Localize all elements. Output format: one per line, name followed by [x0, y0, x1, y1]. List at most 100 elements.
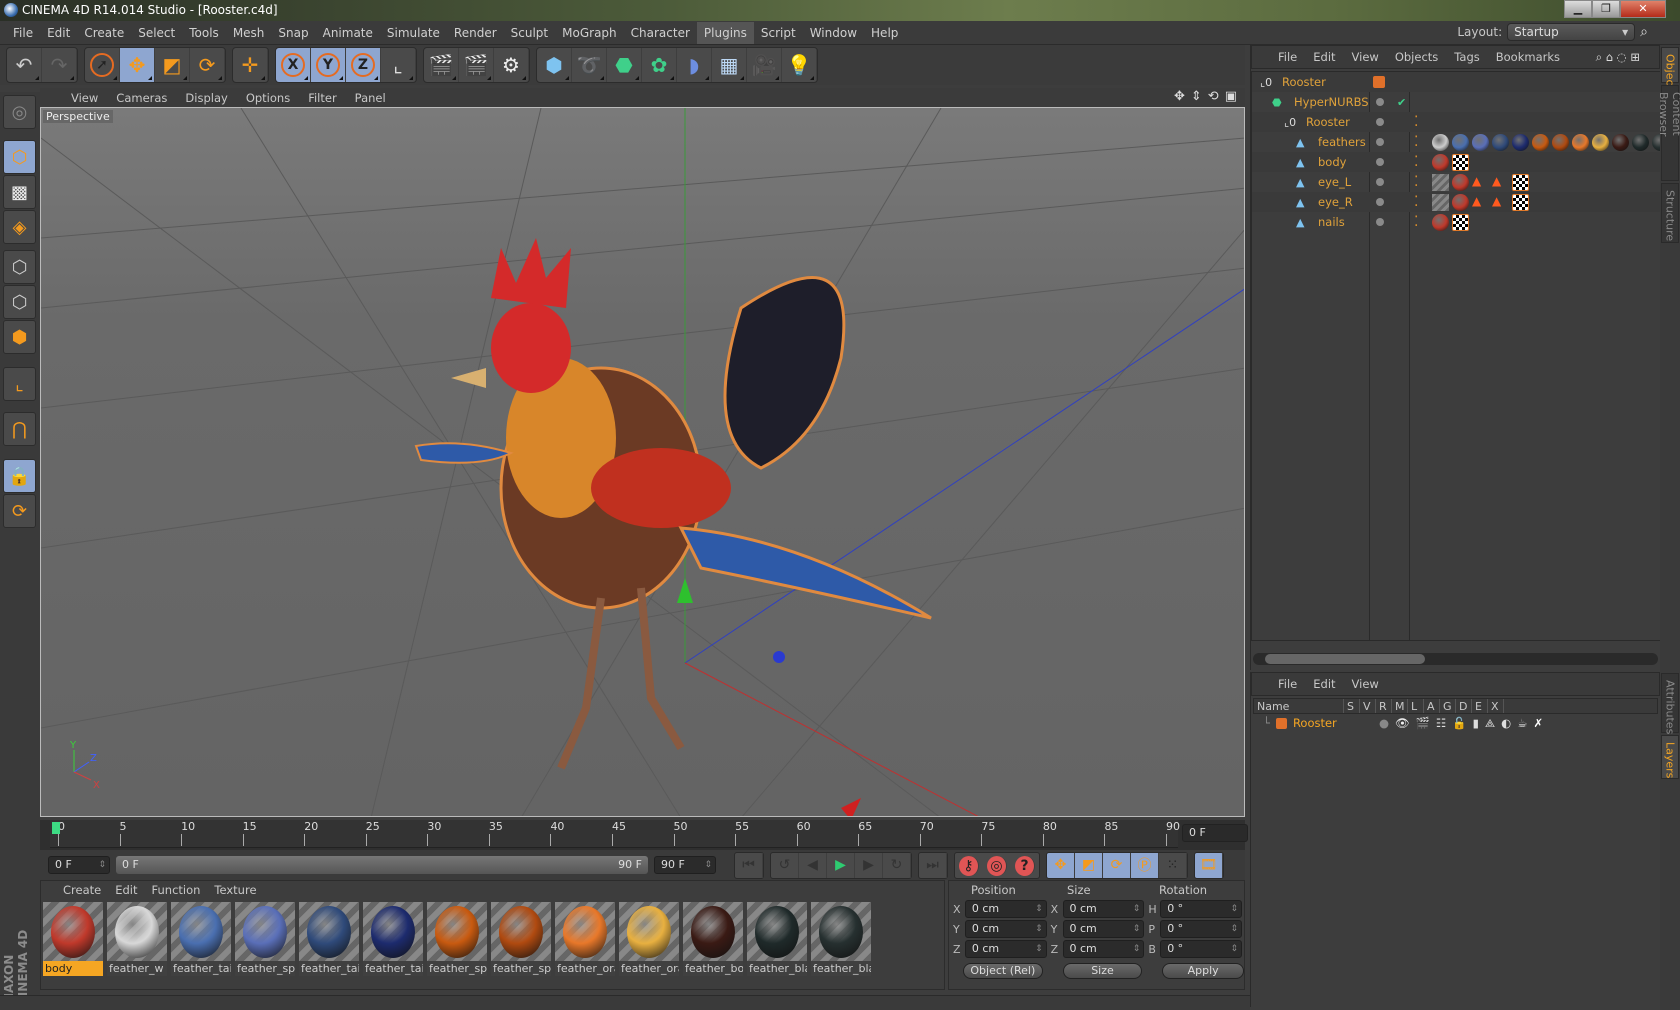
material-swatch[interactable]: feather_tai: [363, 902, 423, 976]
selection-tag-icon[interactable]: ▲: [1472, 194, 1489, 211]
scale-key-icon[interactable]: ◩: [1075, 852, 1103, 878]
material-tag-icon[interactable]: [1452, 174, 1469, 191]
y-axis-icon[interactable]: Y: [311, 48, 346, 82]
layer-column-header[interactable]: G: [1440, 699, 1456, 713]
layer-column-header[interactable]: A: [1424, 699, 1440, 713]
material-tag-icon[interactable]: [1532, 134, 1549, 151]
axis-mode-icon[interactable]: ⌞: [3, 367, 36, 401]
go-to-end-icon[interactable]: ⏭: [919, 852, 947, 878]
go-to-previous-key-icon[interactable]: ↺: [771, 852, 799, 878]
deformer-icon[interactable]: ◗: [677, 48, 712, 82]
uvw-tag-icon[interactable]: [1452, 214, 1469, 231]
dolly-icon[interactable]: ⇕: [1191, 89, 1202, 104]
move-icon[interactable]: ✥: [120, 48, 155, 82]
texture-mode-icon[interactable]: ▩: [3, 175, 36, 209]
object-name[interactable]: body: [1318, 155, 1346, 169]
position-x-field[interactable]: 0 cm: [964, 900, 1047, 918]
next-frame-icon[interactable]: ▶: [855, 852, 883, 878]
workplane-align-icon[interactable]: ⟳: [3, 494, 36, 528]
orbit-icon[interactable]: ⟲: [1208, 89, 1219, 104]
tab-content-browser[interactable]: Content Browser: [1657, 85, 1680, 181]
phong-tag-icon[interactable]: ⁚: [1414, 134, 1418, 150]
layer-name[interactable]: Rooster: [1293, 716, 1373, 730]
locked-workplane-icon[interactable]: 🔒: [3, 459, 36, 493]
obj-menu-file[interactable]: File: [1278, 50, 1313, 64]
undo-icon[interactable]: ↶: [7, 48, 42, 82]
visibility-dot[interactable]: [1376, 178, 1384, 186]
visibility-dot[interactable]: [1376, 198, 1384, 206]
scrollbar-thumb[interactable]: [1265, 654, 1425, 664]
autokey-icon[interactable]: ◎: [987, 855, 1007, 876]
size-y-field[interactable]: 0 cm: [1062, 920, 1145, 938]
material-tag-icon[interactable]: [1452, 194, 1469, 211]
mat-menu-function[interactable]: Function: [152, 883, 215, 897]
floor-environment-icon[interactable]: ▦: [712, 48, 747, 82]
material-tag-icon[interactable]: [1452, 134, 1469, 151]
material-swatch[interactable]: feather_w: [107, 902, 167, 976]
workplane-mode-icon[interactable]: ◈: [3, 210, 36, 244]
z-axis-handle[interactable]: [773, 651, 785, 663]
generators-icon[interactable]: ⟁: [1485, 716, 1495, 731]
rotation-p-field[interactable]: 0 °: [1160, 920, 1243, 938]
obj-menu-objects[interactable]: Objects: [1395, 50, 1454, 64]
uvw-tag-icon[interactable]: [1512, 174, 1529, 191]
apply-button[interactable]: Apply: [1162, 963, 1244, 979]
go-to-next-key-icon[interactable]: ↻: [883, 852, 911, 878]
object-row[interactable]: ▲ nails ⁚: [1252, 212, 1662, 232]
obj-menu-view[interactable]: View: [1352, 50, 1395, 64]
edges-mode-icon[interactable]: ⬡: [3, 285, 36, 319]
visibility-dot[interactable]: [1376, 158, 1384, 166]
material-swatch[interactable]: feather_tai: [171, 902, 231, 976]
layer-column-header[interactable]: X: [1488, 699, 1504, 713]
animation-icon[interactable]: ▮: [1473, 716, 1479, 730]
previous-frame-icon[interactable]: ◀: [799, 852, 827, 878]
menu-simulate[interactable]: Simulate: [380, 22, 447, 44]
layer-row[interactable]: └ Rooster ● 👁 🎬 ☷ 🔓 ▮ ⟁ ◐ ☕ ✗: [1251, 714, 1660, 732]
obj-toolbar-icons[interactable]: ⌕ ⌂ ◌ ⊞: [1596, 50, 1656, 65]
phong-tag-icon[interactable]: ⁚: [1414, 174, 1418, 190]
selection-tag-icon[interactable]: ▲: [1492, 194, 1509, 211]
layer-column-header[interactable]: S: [1344, 699, 1360, 713]
tab-objects[interactable]: Objects: [1661, 47, 1679, 96]
visible-editor-icon[interactable]: 👁: [1395, 716, 1410, 730]
layer-column-header[interactable]: D: [1456, 699, 1472, 713]
menu-plugins[interactable]: Plugins: [696, 21, 754, 44]
visibility-dot[interactable]: [1376, 138, 1384, 146]
mat-menu-texture[interactable]: Texture: [214, 883, 270, 897]
obj-menu-bookmarks[interactable]: Bookmarks: [1496, 50, 1576, 64]
model-mode-icon[interactable]: ⬡: [3, 140, 36, 174]
material-tag-icon[interactable]: [1492, 134, 1509, 151]
enabled-check-icon[interactable]: ✔: [1397, 96, 1406, 109]
layer-column-header[interactable]: L: [1408, 699, 1424, 713]
material-swatch[interactable]: feather_bla: [811, 902, 871, 976]
timeline-window-icon[interactable]: 🎞: [1195, 852, 1223, 878]
x-axis-handle[interactable]: [841, 798, 861, 817]
position-key-icon[interactable]: ✥: [1047, 852, 1075, 878]
menu-select[interactable]: Select: [131, 22, 182, 44]
layout-dropdown[interactable]: Startup: [1507, 23, 1636, 41]
pan-icon[interactable]: ✥: [1174, 89, 1185, 104]
tab-attributes[interactable]: Attributes: [1661, 673, 1679, 734]
object-row[interactable]: ⬣ HyperNURBS ✔: [1252, 92, 1662, 112]
play-icon[interactable]: ▶: [827, 852, 855, 878]
maximize-button[interactable]: ❐: [1592, 0, 1620, 18]
object-name[interactable]: eye_L: [1318, 175, 1351, 189]
go-to-start-icon[interactable]: ⏮: [735, 852, 763, 878]
object-name[interactable]: Rooster: [1282, 75, 1326, 89]
rotation-key-icon[interactable]: ⟳: [1103, 852, 1131, 878]
viewport-menu-panel[interactable]: Panel: [346, 91, 395, 105]
menu-animate[interactable]: Animate: [316, 22, 380, 44]
menu-snap[interactable]: Snap: [271, 22, 315, 44]
viewport-menu-options[interactable]: Options: [237, 91, 299, 105]
menu-script[interactable]: Script: [754, 22, 803, 44]
render-view-icon[interactable]: 🎬: [424, 48, 459, 82]
pen-spline-icon[interactable]: ➰: [572, 48, 607, 82]
layer-color-swatch[interactable]: [1373, 76, 1385, 88]
horizontal-scrollbar[interactable]: [1253, 653, 1658, 665]
material-swatch[interactable]: feather_spi: [491, 902, 551, 976]
expressions-icon[interactable]: ☕: [1517, 716, 1527, 730]
material-tag-icon[interactable]: [1552, 134, 1569, 151]
visible-render-icon[interactable]: 🎬: [1416, 716, 1430, 730]
timeline-scale[interactable]: 0 5 10 15 20 25 30 35 40 45 50 55 60 65 70 75 80 85 90: [50, 820, 1180, 848]
polygons-mode-icon[interactable]: ⬢: [3, 320, 36, 354]
